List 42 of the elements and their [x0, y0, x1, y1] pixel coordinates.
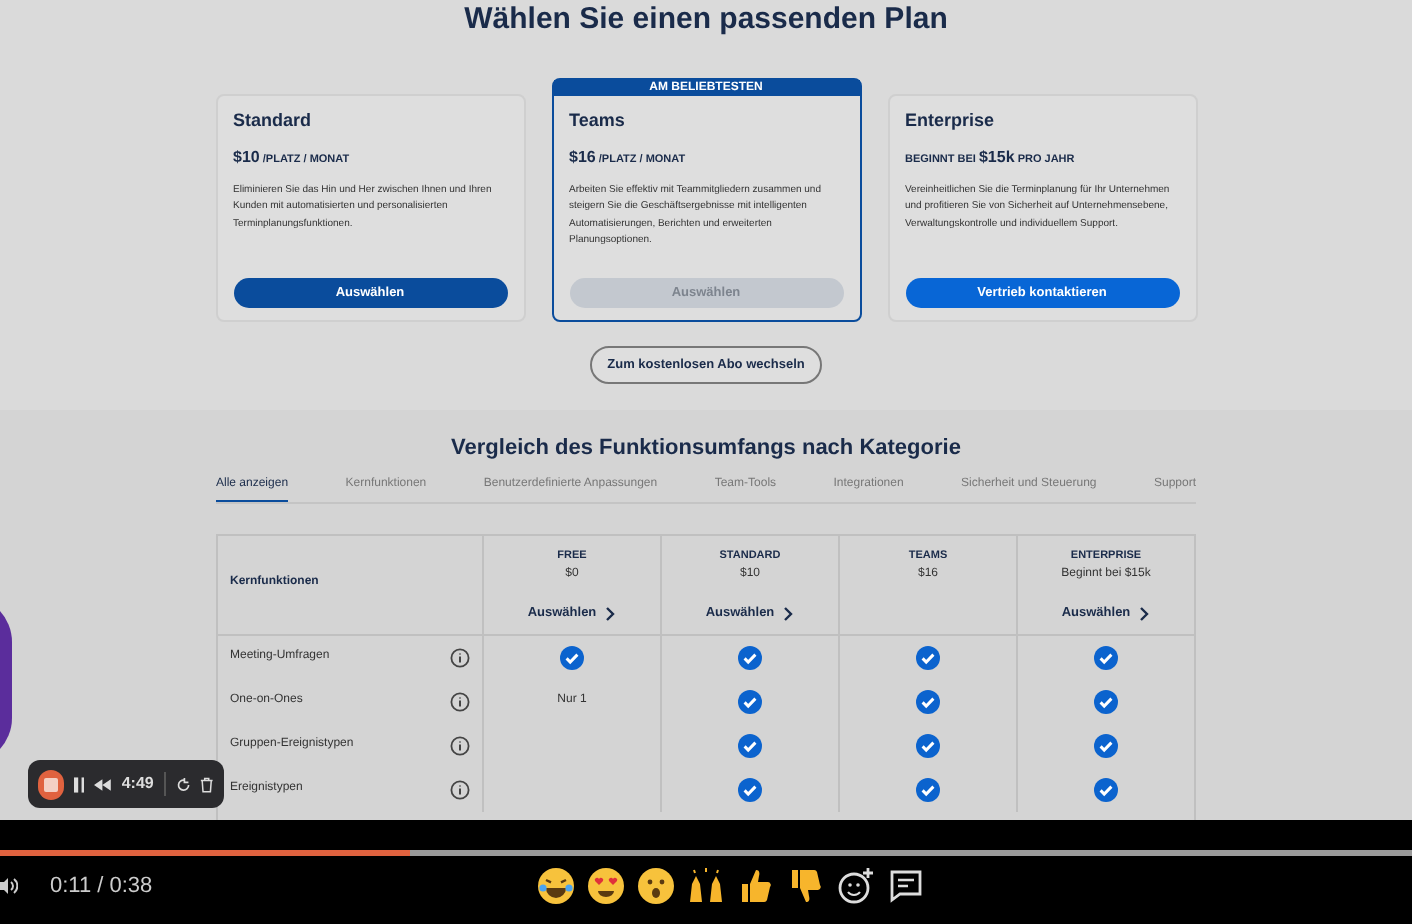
info-icon[interactable]: [450, 691, 470, 711]
add-reaction-icon[interactable]: [836, 866, 876, 906]
checkmark-icon: [1094, 645, 1118, 669]
info-icon[interactable]: [450, 779, 470, 799]
checkmark-icon: [1094, 733, 1118, 757]
page-title: Wählen Sie einen passenden Plan: [464, 4, 948, 34]
info-icon[interactable]: [450, 647, 470, 667]
progress-track[interactable]: [0, 850, 1412, 856]
checkmark-icon: [1094, 689, 1118, 713]
thumbs-up-icon[interactable]: [736, 866, 776, 906]
plan-name: Teams: [569, 108, 627, 134]
trash-icon[interactable]: [200, 775, 214, 793]
checkmark-icon: [738, 645, 762, 669]
info-icon[interactable]: [450, 735, 470, 755]
checkmark-icon: [916, 777, 940, 801]
comment-icon[interactable]: [886, 866, 926, 906]
checkmark-icon: [738, 689, 762, 713]
checkmark-icon: [916, 733, 940, 757]
checkmark-icon: [738, 733, 762, 757]
raised-hands-icon[interactable]: [686, 866, 726, 906]
laughing-emoji-icon[interactable]: [536, 866, 576, 906]
checkmark-icon: [916, 645, 940, 669]
chevron-right-icon: [782, 605, 795, 622]
surprised-emoji-icon[interactable]: [636, 866, 676, 906]
restart-icon[interactable]: [175, 775, 191, 793]
checkmark-icon: [916, 689, 940, 713]
checkmark-icon: [560, 645, 584, 669]
chevron-right-icon: [1138, 605, 1151, 622]
comparison-title: Vergleich des Funktionsumfangs nach Kategorie: [451, 434, 961, 464]
chevron-right-icon: [604, 605, 617, 622]
playback-time: 0:11 / 0:38: [50, 871, 153, 902]
plan-name: Standard: [233, 108, 314, 134]
recording-time: 4:49: [121, 772, 154, 796]
rewind-icon[interactable]: [94, 777, 112, 791]
checkmark-icon: [738, 777, 762, 801]
pause-icon[interactable]: [73, 775, 85, 793]
thumbs-down-icon[interactable]: [786, 866, 826, 906]
volume-icon[interactable]: [0, 876, 18, 896]
stop-button[interactable]: [38, 769, 64, 799]
checkmark-icon: [1094, 777, 1118, 801]
plan-name: Enterprise: [905, 108, 997, 134]
heart-eyes-emoji-icon[interactable]: [586, 866, 626, 906]
